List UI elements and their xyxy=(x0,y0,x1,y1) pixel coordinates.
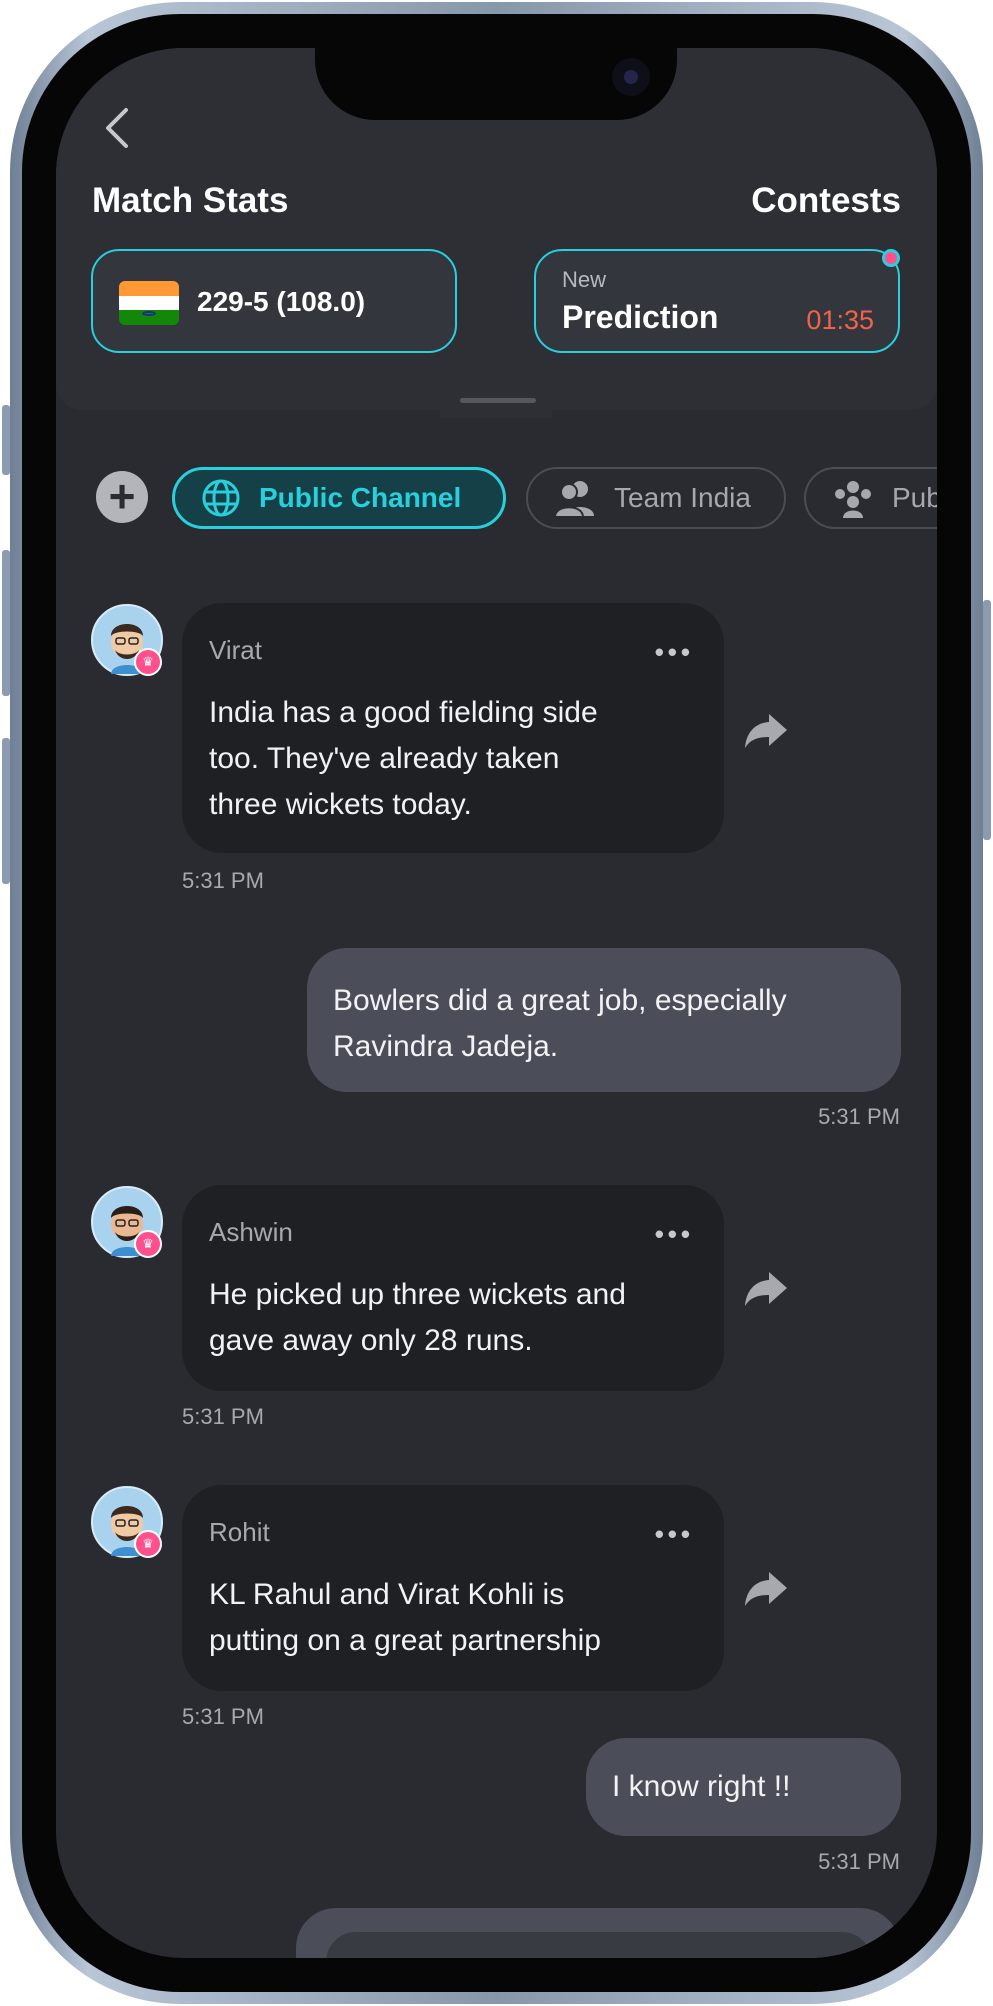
message-line: Ravindra Jadeja. xyxy=(333,1030,559,1063)
message-line: gave away only 28 runs. xyxy=(209,1324,533,1357)
message-time: 5:31 PM xyxy=(182,868,264,893)
more-options-icon[interactable]: ••• xyxy=(655,637,694,668)
message-time: 5:31 PM xyxy=(182,1704,264,1729)
channel-tab-team-india[interactable]: Team India xyxy=(526,467,786,529)
message-time: 5:31 PM xyxy=(182,1404,264,1429)
group-icon xyxy=(835,481,871,518)
message-line: three wickets today. xyxy=(209,788,472,821)
crown-badge-icon: ♛ xyxy=(134,648,162,676)
message-bubble-outgoing[interactable]: Bowlers did a great job, especially Ravi… xyxy=(307,948,901,1092)
prediction-new-label: New xyxy=(562,267,607,292)
india-flag-icon xyxy=(119,281,179,325)
score-text: 229-5 (108.0) xyxy=(197,286,366,317)
message-line: He picked up three wickets and xyxy=(209,1278,626,1311)
message-line: I know right !! xyxy=(612,1770,791,1803)
plus-icon: + xyxy=(108,470,136,522)
match-stats-title: Match Stats xyxy=(92,181,289,220)
channel-tab-pub[interactable]: Pub xyxy=(804,467,937,529)
notch xyxy=(315,48,677,120)
volume-up-button xyxy=(2,550,10,696)
message-time: 5:31 PM xyxy=(818,1104,900,1129)
globe-icon xyxy=(202,479,240,517)
message-time: 5:31 PM xyxy=(818,1849,900,1874)
crown-badge-icon: ♛ xyxy=(134,1530,162,1558)
partial-message-inner xyxy=(326,1932,872,1958)
power-button xyxy=(983,600,991,840)
message-line: KL Rahul and Virat Kohli is xyxy=(209,1578,565,1611)
sender-name: Virat xyxy=(209,635,262,665)
crown-badge-icon: ♛ xyxy=(134,1230,162,1258)
prediction-card[interactable]: New Prediction 01:35 xyxy=(534,249,900,353)
channel-tab-label: Pub xyxy=(892,482,937,513)
more-options-icon[interactable]: ••• xyxy=(655,1219,694,1250)
message-bubble-incoming[interactable]: Virat ••• India has a good fielding side… xyxy=(182,603,724,853)
add-channel-button[interactable]: + xyxy=(96,471,148,523)
channel-tab-public[interactable]: Public Channel xyxy=(172,467,506,529)
message-bubble-incoming[interactable]: Ashwin ••• He picked up three wickets an… xyxy=(182,1185,724,1391)
notification-dot xyxy=(882,249,900,267)
back-button[interactable] xyxy=(96,98,136,158)
prediction-title: Prediction xyxy=(562,299,719,335)
message-line: too. They've already taken xyxy=(209,742,560,775)
prediction-timer: 01:35 xyxy=(806,305,874,335)
message-line: Bowlers did a great job, especially xyxy=(333,984,787,1017)
channel-tab-label: Public Channel xyxy=(259,482,462,513)
message-line: putting on a great partnership xyxy=(209,1624,601,1657)
sender-name: Ashwin xyxy=(209,1217,293,1247)
forward-icon[interactable] xyxy=(743,1268,789,1308)
sender-name: Rohit xyxy=(209,1517,270,1547)
channel-tab-label: Team India xyxy=(614,482,751,513)
message-bubble-incoming[interactable]: Rohit ••• KL Rahul and Virat Kohli is pu… xyxy=(182,1485,724,1691)
forward-icon[interactable] xyxy=(743,1568,789,1608)
camera-icon xyxy=(612,58,650,96)
volume-down-button xyxy=(2,738,10,884)
mute-switch xyxy=(2,405,10,475)
forward-icon[interactable] xyxy=(743,710,789,750)
drag-handle[interactable] xyxy=(460,398,536,403)
message-line: India has a good fielding side xyxy=(209,696,598,729)
score-card[interactable]: 229-5 (108.0) xyxy=(91,249,457,353)
message-bubble-outgoing[interactable]: I know right !! xyxy=(586,1738,901,1836)
screen: Match Stats Contests 229-5 (108.0) New P… xyxy=(56,48,937,1958)
more-options-icon[interactable]: ••• xyxy=(655,1519,694,1550)
chevron-left-icon xyxy=(106,108,128,148)
people-icon xyxy=(554,481,594,518)
contests-title: Contests xyxy=(751,181,901,220)
